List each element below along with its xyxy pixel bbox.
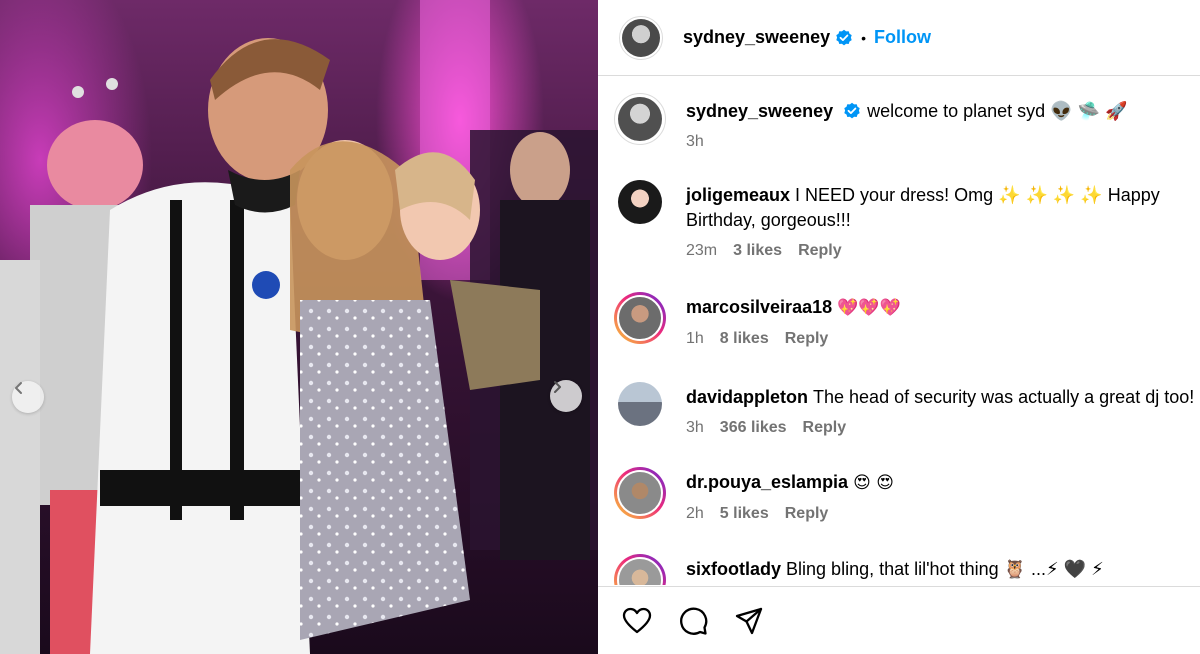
reply-button[interactable]: Reply — [803, 419, 847, 437]
comment-time[interactable]: 23m — [686, 242, 717, 260]
comment-avatar[interactable] — [618, 382, 662, 426]
verified-badge-icon — [836, 29, 852, 45]
comment-message: 😍 😍 — [853, 473, 894, 493]
reply-button[interactable]: Reply — [785, 505, 829, 523]
author-avatar[interactable] — [619, 15, 663, 60]
verified-badge-icon — [844, 102, 860, 119]
reply-button[interactable]: Reply — [798, 242, 842, 260]
caption-avatar[interactable] — [614, 93, 666, 145]
photo-illustration — [0, 0, 598, 654]
caption-text: sydney_sweeney welcome to planet syd 👽 🛸… — [686, 93, 1200, 124]
like-button[interactable] — [620, 604, 654, 638]
heart-icon — [622, 607, 652, 633]
comment-text: dr.pouya_eslampia 😍 😍 — [686, 467, 1200, 496]
comment-row: davidappleton The head of security was ac… — [614, 382, 1200, 437]
post-actions-bar — [598, 586, 1200, 654]
comment-text: sixfootlady Bling bling, that lil'hot thi… — [686, 554, 1200, 582]
comment-time[interactable]: 2h — [686, 505, 704, 523]
comment-likes[interactable]: 8 likes — [720, 330, 769, 348]
comment-message: 💖💖💖 — [837, 298, 901, 318]
carousel-prev-button[interactable] — [12, 381, 44, 413]
chevron-right-icon — [554, 381, 561, 393]
reply-button[interactable]: Reply — [785, 330, 829, 348]
comment-meta: 23m 3 likes Reply — [686, 242, 1200, 260]
comment-row: dr.pouya_eslampia 😍 😍 2h 5 likes Reply — [614, 467, 1200, 523]
comment-username[interactable]: joligemeaux — [686, 185, 790, 205]
comment-row: sixfootlady Bling bling, that lil'hot thi… — [614, 554, 1200, 585]
comment-icon — [680, 607, 708, 635]
post-header: sydney_sweeney • Follow — [598, 0, 1200, 76]
comment-likes[interactable]: 366 likes — [720, 419, 787, 437]
caption-meta: 3h — [686, 133, 1200, 151]
follow-button[interactable]: Follow — [874, 27, 931, 48]
author-username[interactable]: sydney_sweeney — [683, 27, 830, 48]
caption-username[interactable]: sydney_sweeney — [686, 101, 833, 121]
comment-message: Bling bling, that lil'hot thing 🦉 ...⚡ 🖤… — [786, 559, 1104, 579]
comment-likes[interactable]: 3 likes — [733, 242, 782, 260]
post-photo[interactable] — [0, 0, 598, 654]
comment-username[interactable]: sixfootlady — [686, 559, 781, 579]
comment-text: joligemeaux I NEED your dress! Omg ✨ ✨ ✨ … — [686, 180, 1200, 233]
carousel-next-button[interactable] — [550, 380, 582, 412]
comment-time[interactable]: 3h — [686, 419, 704, 437]
comment-row: joligemeaux I NEED your dress! Omg ✨ ✨ ✨ … — [614, 180, 1200, 260]
comment-meta: 1h 8 likes Reply — [686, 330, 1200, 348]
comments-list[interactable]: sydney_sweeney welcome to planet syd 👽 🛸… — [598, 77, 1200, 585]
comment-avatar[interactable] — [618, 180, 662, 224]
comment-meta: 3h 366 likes Reply — [686, 419, 1200, 437]
comment-row: marcosilveiraa18 💖💖💖 1h 8 likes Reply — [614, 292, 1200, 348]
comment-text: marcosilveiraa18 💖💖💖 — [686, 292, 1200, 321]
chevron-left-icon — [15, 382, 22, 394]
comment-message: The head of security was actually a grea… — [813, 387, 1195, 407]
comment-button[interactable] — [676, 604, 710, 638]
comment-likes[interactable]: 5 likes — [720, 505, 769, 523]
comment-username[interactable]: marcosilveiraa18 — [686, 297, 832, 317]
comment-meta: 2h 5 likes Reply — [686, 505, 1200, 523]
comment-avatar[interactable] — [614, 554, 666, 585]
caption-time[interactable]: 3h — [686, 133, 704, 151]
comment-avatar[interactable] — [614, 292, 666, 344]
share-button[interactable] — [732, 604, 766, 638]
comment-username[interactable]: dr.pouya_eslampia — [686, 472, 848, 492]
caption-row: sydney_sweeney welcome to planet syd 👽 🛸… — [614, 93, 1200, 151]
post-details-panel: sydney_sweeney • Follow sydney_sweeney w… — [598, 0, 1200, 654]
comment-time[interactable]: 1h — [686, 330, 704, 348]
share-icon — [735, 607, 763, 634]
caption-message: welcome to planet syd 👽 🛸 🚀 — [867, 101, 1128, 121]
comment-text: davidappleton The head of security was ac… — [686, 382, 1200, 410]
comment-avatar[interactable] — [614, 467, 666, 519]
comment-username[interactable]: davidappleton — [686, 387, 808, 407]
header-separator: • — [861, 29, 866, 46]
